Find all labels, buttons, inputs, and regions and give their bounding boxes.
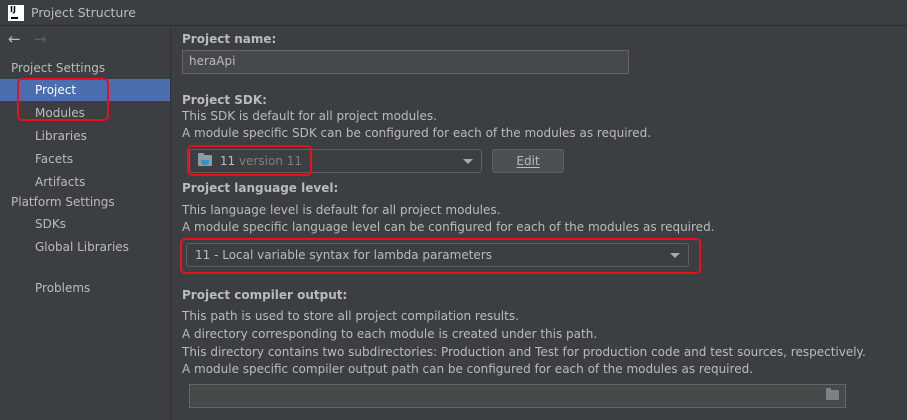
project-sdk-desc-1: This SDK is default for all project modu… [182, 109, 437, 123]
sidebar: ← → Project Settings Project Modules Lib… [0, 27, 171, 420]
compiler-output-desc-1: This path is used to store all project c… [182, 309, 519, 323]
project-sdk-desc-2: A module specific SDK can be configured … [182, 126, 652, 140]
language-level-dropdown[interactable]: 11 - Local variable syntax for lambda pa… [186, 243, 689, 267]
chevron-down-icon [463, 159, 473, 164]
project-name-label: Project name: [182, 32, 277, 46]
edit-button-label: Edit [516, 154, 540, 168]
sidebar-item-project[interactable]: Project [0, 79, 170, 101]
browse-folder-icon[interactable] [826, 388, 839, 400]
sdk-name: 11 [219, 154, 236, 168]
compiler-output-desc-3: This directory contains two subdirectori… [182, 345, 866, 359]
language-level-desc-1: This language level is default for all p… [182, 203, 501, 217]
intellij-logo-icon: IJ [8, 5, 24, 21]
sidebar-item-artifacts[interactable]: Artifacts [0, 171, 170, 193]
sidebar-item-problems[interactable]: Problems [0, 277, 170, 299]
compiler-output-desc-2: A directory corresponding to each module… [182, 327, 598, 341]
edit-sdk-button[interactable]: Edit [492, 149, 564, 173]
window-title: Project Structure [31, 5, 136, 20]
project-name-input[interactable]: heraApi [182, 50, 629, 74]
jdk-folder-icon [198, 153, 212, 166]
sidebar-item-libraries[interactable]: Libraries [0, 125, 170, 147]
chevron-down-icon [670, 253, 680, 258]
sidebar-item-sdks[interactable]: SDKs [0, 213, 170, 235]
section-platform-settings: Platform Settings [11, 195, 115, 209]
project-sdk-label: Project SDK: [182, 93, 267, 107]
main-content: Project name: heraApi Project SDK: This … [172, 27, 907, 420]
language-level-desc-2: A module specific language level can be … [182, 220, 715, 234]
back-arrow-icon[interactable]: ← [8, 30, 21, 48]
compiler-output-input[interactable] [189, 384, 846, 408]
sidebar-item-facets[interactable]: Facets [0, 148, 170, 170]
compiler-output-label: Project compiler output: [182, 288, 348, 302]
section-project-settings: Project Settings [11, 61, 106, 75]
sidebar-item-global-libraries[interactable]: Global Libraries [0, 236, 170, 258]
language-level-value: 11 - Local variable syntax for lambda pa… [195, 248, 492, 262]
compiler-output-desc-4: A module specific compiler output path c… [182, 362, 754, 376]
sdk-version: version 11 [238, 154, 302, 168]
language-level-label: Project language level: [182, 181, 339, 195]
project-sdk-dropdown[interactable]: 11 version 11 [189, 149, 482, 173]
forward-arrow-icon[interactable]: → [34, 30, 47, 48]
title-bar: IJ Project Structure [0, 0, 907, 26]
sidebar-item-modules[interactable]: Modules [0, 102, 170, 124]
